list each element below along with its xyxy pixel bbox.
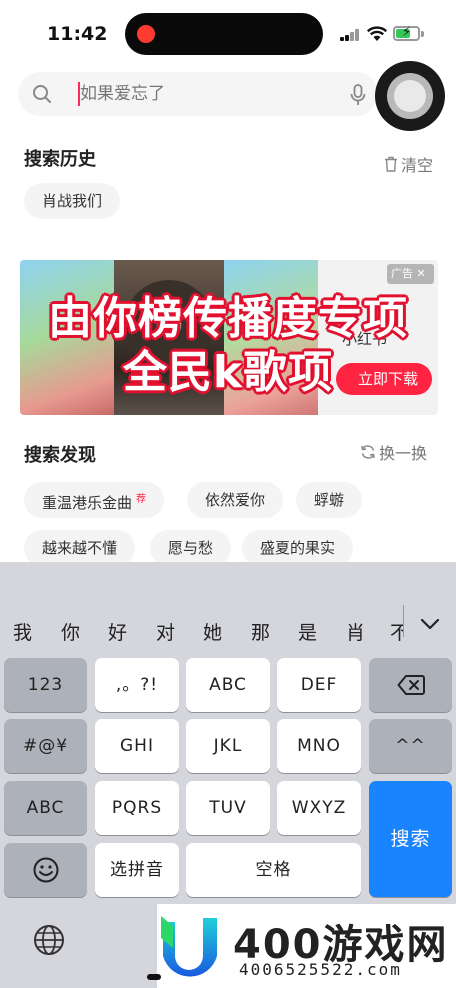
backspace-icon bbox=[397, 675, 425, 695]
candidate-word[interactable]: 她 bbox=[203, 618, 222, 645]
key-punctuation[interactable]: ,。?! bbox=[95, 658, 179, 712]
overlay-caption-line-2: 全民k歌项 bbox=[122, 347, 334, 398]
key-select-pinyin[interactable]: 选拼音 bbox=[95, 843, 179, 897]
search-key[interactable]: 搜索 bbox=[369, 781, 452, 897]
ad-badge[interactable]: 广告 ✕ bbox=[387, 264, 434, 284]
emoji-icon bbox=[33, 857, 58, 883]
emoji-key[interactable] bbox=[4, 843, 87, 897]
refresh-button[interactable]: 换一换 bbox=[360, 440, 427, 464]
watermark-logo bbox=[161, 916, 217, 977]
refresh-label: 换一换 bbox=[379, 444, 428, 463]
key-123[interactable]: 123 bbox=[4, 658, 87, 712]
key-jkl[interactable]: JKL bbox=[186, 719, 270, 773]
discover-chip[interactable]: 盛夏的果实 bbox=[242, 530, 354, 566]
discover-chip[interactable]: 越来越不懂 bbox=[24, 530, 136, 566]
home-indicator bbox=[147, 974, 161, 980]
status-time: 11:42 bbox=[47, 23, 108, 45]
dynamic-island bbox=[125, 13, 323, 55]
ad-label: 广告 bbox=[391, 267, 413, 280]
search-bar[interactable] bbox=[18, 72, 378, 116]
key-pqrs[interactable]: PQRS bbox=[95, 781, 179, 835]
discover-title: 搜索发现 bbox=[24, 445, 96, 466]
candidate-word[interactable]: 是 bbox=[298, 618, 317, 645]
search-input[interactable] bbox=[80, 72, 360, 116]
refresh-icon bbox=[361, 445, 375, 459]
key-english[interactable]: ABC bbox=[4, 781, 87, 835]
close-ad-icon[interactable]: ✕ bbox=[417, 267, 426, 280]
search-icon bbox=[33, 85, 51, 103]
candidate-word[interactable]: 那 bbox=[251, 618, 270, 645]
cellular-signal-icon bbox=[340, 29, 360, 41]
backspace-key[interactable] bbox=[369, 658, 452, 712]
discover-chip[interactable]: 依然爱你 bbox=[187, 482, 284, 518]
candidate-word[interactable]: 肖 bbox=[346, 618, 365, 645]
recording-indicator-icon bbox=[137, 25, 155, 43]
wifi-icon bbox=[366, 26, 388, 41]
clear-history-button[interactable]: 清空 bbox=[384, 152, 433, 176]
battery-charging-icon: ⚡ bbox=[393, 25, 420, 41]
microphone-icon[interactable] bbox=[350, 84, 366, 106]
site-watermark: 400游戏网 4006525522.com bbox=[157, 904, 456, 988]
status-bar: 11:42 ⚡ bbox=[0, 0, 456, 64]
key-def[interactable]: DEF bbox=[277, 658, 361, 712]
key-tuv[interactable]: TUV bbox=[186, 781, 270, 835]
candidate-divider bbox=[403, 605, 404, 637]
candidate-word[interactable]: 你 bbox=[61, 618, 80, 645]
candidate-word[interactable]: 不 bbox=[390, 618, 403, 645]
candidate-bar bbox=[0, 562, 456, 624]
watermark-url: 4006525522.com bbox=[239, 960, 402, 979]
clear-history-label: 清空 bbox=[401, 156, 434, 175]
history-chip[interactable]: 肖战我们 bbox=[24, 183, 121, 219]
key-mno[interactable]: MNO bbox=[277, 719, 361, 773]
assistive-touch-button[interactable] bbox=[375, 61, 445, 131]
space-key[interactable]: 空格 bbox=[186, 843, 361, 897]
discover-chip-label: 重温港乐金曲 bbox=[42, 494, 133, 512]
key-symbols[interactable]: #@¥ bbox=[4, 719, 87, 773]
key-wxyz[interactable]: WXYZ bbox=[277, 781, 361, 835]
key-emoticon[interactable]: ^^ bbox=[369, 719, 452, 773]
discover-chip[interactable]: 蜉蝣 bbox=[296, 482, 363, 518]
recommend-badge: 荐 bbox=[136, 494, 147, 505]
candidate-word[interactable]: 好 bbox=[108, 618, 127, 645]
chevron-down-icon[interactable] bbox=[420, 617, 440, 631]
key-abc[interactable]: ABC bbox=[186, 658, 270, 712]
history-title: 搜索历史 bbox=[24, 149, 96, 170]
globe-icon[interactable] bbox=[33, 924, 65, 956]
battery-tip bbox=[421, 31, 424, 37]
discover-chip[interactable]: 愿与愁 bbox=[150, 530, 232, 566]
candidate-word[interactable]: 对 bbox=[156, 618, 175, 645]
candidate-word[interactable]: 我 bbox=[13, 618, 32, 645]
trash-icon bbox=[385, 156, 397, 172]
discover-chip[interactable]: 重温港乐金曲荐 bbox=[24, 482, 165, 518]
key-ghi[interactable]: GHI bbox=[95, 719, 179, 773]
